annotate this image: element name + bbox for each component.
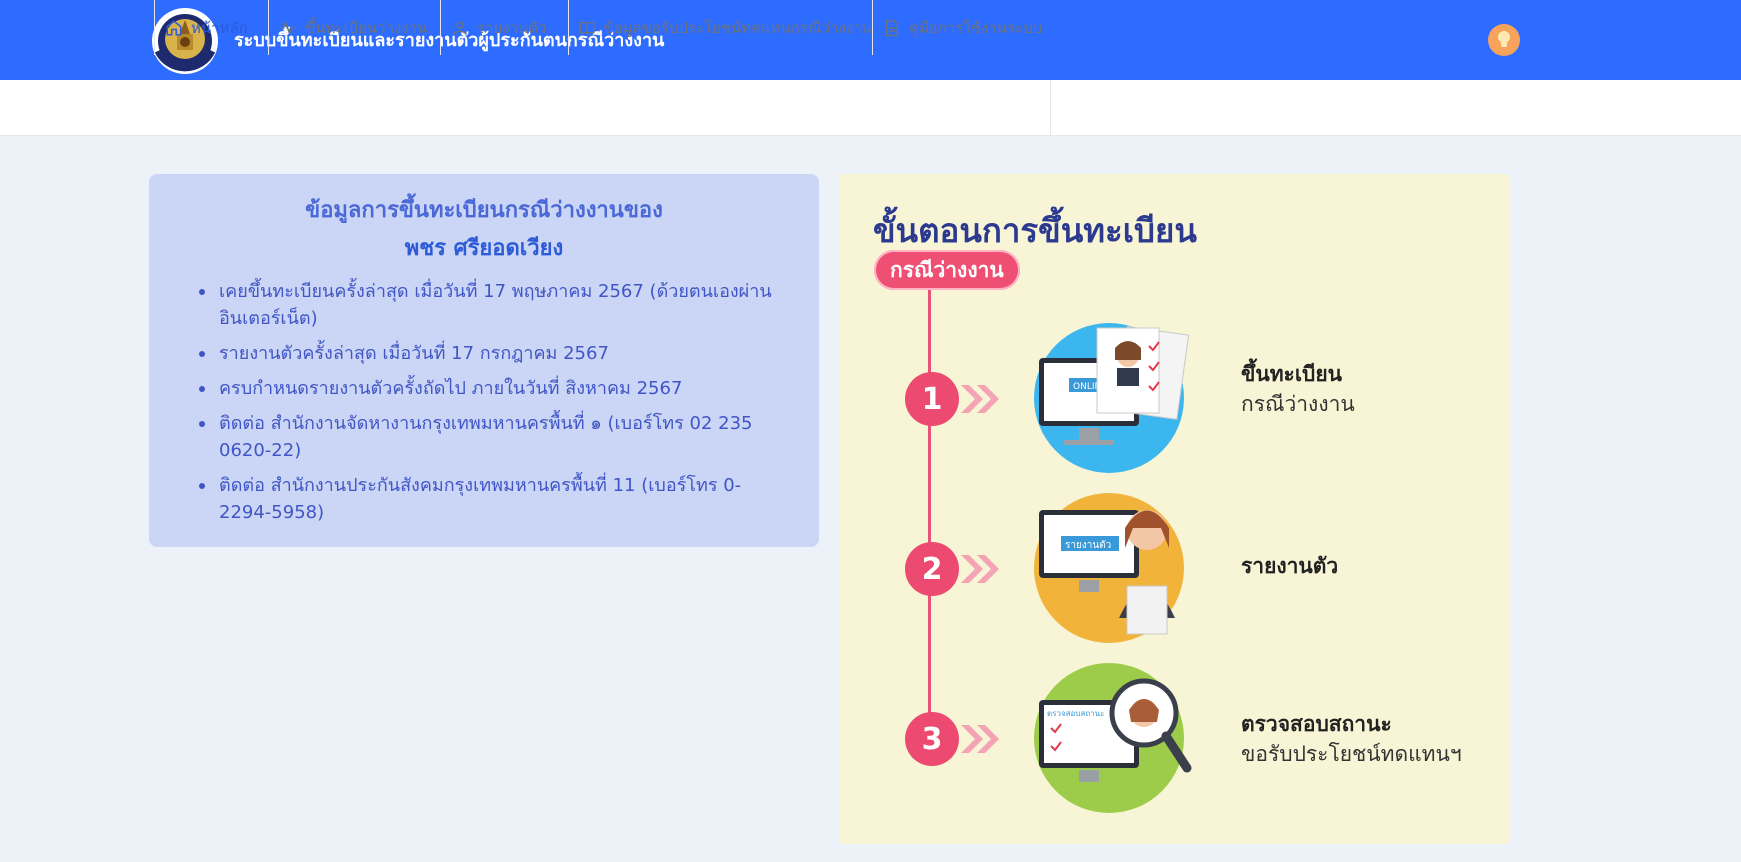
user-icon: [453, 20, 467, 35]
step-1-register-illustration: ONLINE REGIST: [1034, 323, 1190, 473]
steps-category-pill: กรณีว่างงาน: [874, 250, 1020, 290]
timeline-line: [928, 290, 931, 740]
nav-item-benefit-info[interactable]: ข้อมูลขอรับประโยชน์ทดแทนกรณีว่างงาน: [568, 0, 872, 55]
applicant-name: พชร ศรียอดเวียง: [404, 236, 564, 261]
step-1-number: 1: [905, 372, 959, 426]
registration-info-card: ข้อมูลการขึ้นทะเบียนกรณีว่างงานของ พชร ศ…: [149, 174, 819, 547]
info-item-last-report: รายงานตัวครั้งล่าสุด เมื่อวันที่ 17 กรกฎ…: [199, 340, 779, 367]
nav-item-home[interactable]: หน้าหลัก: [154, 0, 268, 55]
info-title: ข้อมูลการขึ้นทะเบียนกรณีว่างงานของ: [305, 198, 663, 223]
main-nav: [0, 80, 1741, 136]
step-3-illus-text: ตรวจสอบสถานะ: [1047, 709, 1104, 718]
activity-icon: [280, 20, 296, 35]
step-2-illus-text: รายงานตัว: [1065, 540, 1111, 551]
book-icon: [579, 21, 595, 34]
step-2-title: รายงานตัว: [1241, 554, 1339, 578]
user-avatar[interactable]: [1488, 24, 1520, 56]
nav-item-manual[interactable]: คู่มือการใช้งานระบบ: [872, 0, 1050, 55]
info-item-social-security-office: ติดต่อ สำนักงานประกันสังคมกรุงเทพมหานครพ…: [199, 472, 779, 526]
nav-item-report[interactable]: รายงานตัว: [440, 0, 568, 55]
step-3-title: ตรวจสอบสถานะ: [1241, 712, 1392, 736]
nav-label-benefit-info: ข้อมูลขอรับประโยชน์ทดแทนกรณีว่างงาน: [603, 18, 872, 37]
step-2-chevron-icon: [961, 555, 999, 583]
nav-label-register: ขึ้นทะเบียนว่างงาน: [305, 18, 428, 37]
info-item-last-registration: เคยขึ้นทะเบียนครั้งล่าสุด เมื่อวันที่ 17…: [199, 278, 779, 332]
nav-label-report: รายงานตัว: [477, 18, 547, 37]
info-list: เคยขึ้นทะเบียนครั้งล่าสุด เมื่อวันที่ 17…: [189, 278, 779, 526]
lightbulb-icon: [1498, 31, 1510, 47]
home-icon: [166, 19, 182, 35]
step-3-status-illustration: ตรวจสอบสถานะ: [1034, 663, 1192, 813]
step-1-chevron-icon: [961, 385, 999, 413]
document-icon: [886, 19, 898, 36]
info-item-next-report: ครบกำหนดรายงานตัวครั้งถัดไป ภายในวันที่ …: [199, 375, 779, 402]
nav-label-home: หน้าหลัก: [191, 18, 248, 37]
step-3-chevron-icon: [961, 725, 999, 753]
step-3-subtitle: ขอรับประโยชน์ทดแทนฯ: [1241, 742, 1462, 766]
step-1-subtitle: กรณีว่างงาน: [1241, 392, 1355, 416]
nav-divider: [1050, 80, 1051, 135]
step-1-title: ขึ้นทะเบียน: [1241, 362, 1343, 386]
info-item-employment-office: ติดต่อ สำนักงานจัดหางานกรุงเทพมหานครพื้น…: [199, 410, 779, 464]
step-2-number: 2: [905, 542, 959, 596]
nav-item-register[interactable]: ขึ้นทะเบียนว่างงาน: [268, 0, 440, 55]
step-2-report-illustration: รายงานตัว: [1034, 493, 1184, 643]
nav-label-manual: คู่มือการใช้งานระบบ: [909, 18, 1043, 37]
registration-steps-infographic: ขั้นตอนการขึ้นทะเบียน กรณีว่างงาน 1 ONLI…: [839, 174, 1509, 844]
step-3-number: 3: [905, 712, 959, 766]
